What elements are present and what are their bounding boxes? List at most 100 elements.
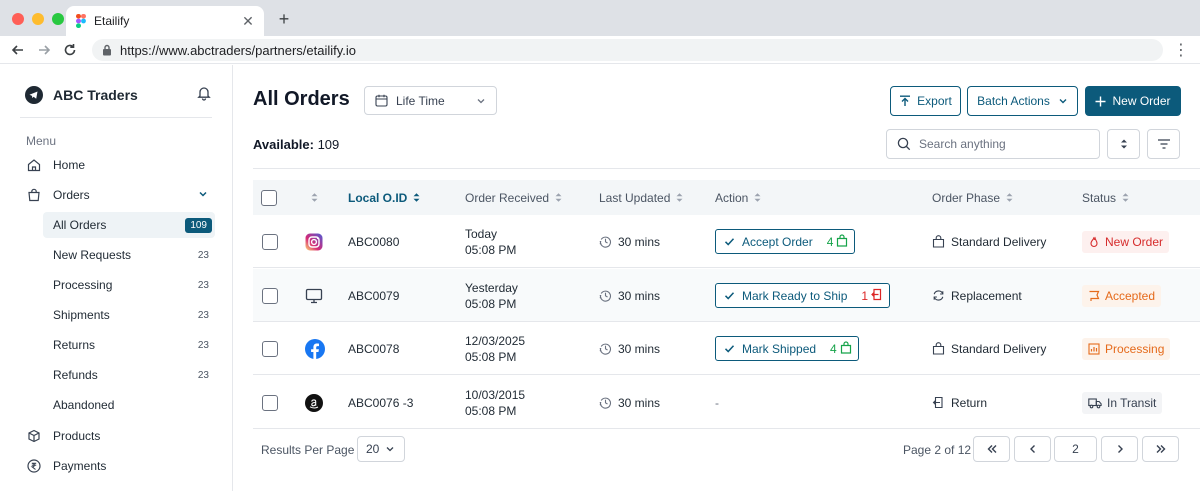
refresh-icon — [932, 289, 945, 302]
processing-icon — [1088, 342, 1100, 355]
maximize-window-button[interactable] — [52, 13, 64, 25]
brand[interactable]: ABC Traders — [25, 86, 138, 104]
per-page-select[interactable]: 20 — [357, 436, 405, 462]
address-bar[interactable]: https://www.abctraders/partners/etailify… — [92, 39, 1163, 61]
channel-sort[interactable] — [311, 180, 318, 215]
forward-icon[interactable] — [35, 41, 53, 59]
column-header-status[interactable]: Status — [1082, 180, 1129, 215]
mark-shipped-button[interactable]: Mark Shipped 4 — [715, 336, 859, 361]
order-id[interactable]: ABC0079 — [348, 269, 399, 322]
table-row[interactable]: ABC0076 -3 10/03/2015 05:08 PM 30 mins -… — [253, 376, 1200, 429]
last-updated-value: 30 mins — [618, 395, 661, 410]
column-label: Status — [1082, 190, 1117, 205]
column-header-local-oid[interactable]: Local O.ID — [348, 180, 420, 215]
export-button[interactable]: Export — [890, 86, 961, 116]
status-label: New Order — [1105, 234, 1164, 249]
sidebar-subitem-label: New Requests — [53, 248, 132, 262]
sort-button[interactable] — [1107, 129, 1140, 159]
row-action-empty: - — [715, 395, 719, 410]
row-checkbox[interactable] — [262, 269, 278, 322]
home-icon — [26, 157, 42, 173]
new-tab-icon[interactable]: + — [274, 9, 294, 29]
available-label: Available: — [253, 137, 314, 152]
sidebar-subitem-shipments[interactable]: Shipments 23 — [43, 302, 215, 328]
accept-order-button[interactable]: Accept Order 4 — [715, 229, 856, 254]
shopping-bag-icon — [836, 233, 848, 250]
column-label: Order Phase — [932, 190, 1001, 205]
last-page-button[interactable] — [1142, 436, 1179, 462]
order-id[interactable]: ABC0080 — [348, 215, 399, 268]
table-row[interactable]: ABC0079 Yesterday 05:08 PM 30 mins Mark … — [253, 269, 1200, 322]
order-id[interactable]: ABC0076 -3 — [348, 376, 413, 429]
batch-actions-button[interactable]: Batch Actions — [967, 86, 1078, 116]
sidebar-subitem-refunds[interactable]: Refunds 23 — [43, 362, 215, 388]
next-page-button[interactable] — [1101, 436, 1138, 462]
received-date: Yesterday — [465, 280, 518, 295]
reload-icon[interactable] — [61, 41, 79, 59]
available-count: Available: 109 — [253, 137, 339, 152]
column-header-order-phase[interactable]: Order Phase — [932, 180, 1013, 215]
order-phase: Standard Delivery — [932, 322, 1046, 375]
previous-page-button[interactable] — [1014, 436, 1051, 462]
mark-ready-to-ship-button[interactable]: Mark Ready to Ship 1 — [715, 283, 891, 308]
select-all-checkbox[interactable] — [261, 180, 277, 215]
sidebar-item-orders[interactable]: Orders — [26, 183, 216, 207]
action-count: 1 — [861, 288, 869, 303]
sidebar-subitem-all-orders[interactable]: All Orders 109 — [43, 212, 215, 238]
browser-tab[interactable]: Etailify ✕ — [66, 6, 264, 36]
column-header-action[interactable]: Action — [715, 180, 761, 215]
results-per-page-label: Results Per Page — [261, 443, 355, 457]
lock-icon — [103, 44, 111, 56]
table-row[interactable]: ABC0080 Today 05:08 PM 30 mins Accept Or… — [253, 215, 1200, 268]
browser-menu-icon[interactable]: ⋮ — [1173, 41, 1189, 59]
row-action: Mark Ready to Ship 1 — [715, 269, 891, 322]
sidebar-item-payments[interactable]: Payments — [26, 454, 216, 478]
sidebar-subitem-new-requests[interactable]: New Requests 23 — [43, 242, 215, 268]
last-updated: 30 mins — [599, 322, 660, 375]
received-time: 05:08 PM — [465, 403, 517, 418]
filter-button[interactable] — [1147, 129, 1180, 159]
column-header-last-updated[interactable]: Last Updated — [599, 180, 683, 215]
sidebar-subitem-abandoned[interactable]: Abandoned — [43, 392, 215, 418]
return-icon — [871, 288, 883, 304]
page-info: Page 2 of 12 — [903, 443, 972, 457]
sidebar-item-products[interactable]: Products — [26, 424, 216, 448]
browser-tab-bar: Etailify ✕ + — [0, 0, 1200, 36]
sidebar-subitem-processing[interactable]: Processing 23 — [43, 272, 215, 298]
shopping-bag-icon — [932, 342, 945, 355]
chevron-down-icon[interactable] — [198, 188, 208, 202]
minimize-window-button[interactable] — [32, 13, 44, 25]
column-header-order-received[interactable]: Order Received — [465, 180, 562, 215]
batch-actions-label: Batch Actions — [977, 94, 1050, 108]
sort-icon — [1120, 139, 1127, 149]
sidebar-subitem-returns[interactable]: Returns 23 — [43, 332, 215, 358]
row-checkbox[interactable] — [262, 215, 278, 268]
row-checkbox[interactable] — [262, 322, 278, 375]
order-phase: Replacement — [932, 269, 1022, 322]
column-label: Local O.ID — [348, 190, 408, 205]
first-page-button[interactable] — [973, 436, 1010, 462]
sidebar-item-home[interactable]: Home — [26, 153, 216, 177]
order-id[interactable]: ABC0078 — [348, 322, 399, 375]
last-updated: 30 mins — [599, 215, 660, 268]
search-box[interactable] — [886, 129, 1100, 159]
chevrons-right-icon — [1156, 445, 1165, 453]
per-page-value: 20 — [366, 442, 380, 456]
count-badge: 23 — [197, 309, 209, 321]
table-row[interactable]: ABC0078 12/03/2025 05:08 PM 30 mins Mark… — [253, 322, 1200, 375]
sidebar-subitem-label: Returns — [53, 338, 96, 352]
sidebar-subitem-label: All Orders — [53, 218, 107, 232]
search-input[interactable] — [919, 137, 1089, 151]
close-tab-icon[interactable]: ✕ — [238, 13, 258, 30]
action-count: 4 — [830, 341, 837, 356]
row-action: Mark Shipped 4 — [715, 322, 859, 375]
bell-icon[interactable] — [196, 85, 212, 104]
current-page[interactable]: 2 — [1054, 436, 1097, 462]
date-range-select[interactable]: Life Time — [364, 86, 497, 115]
close-window-button[interactable] — [12, 13, 24, 25]
row-checkbox[interactable] — [262, 376, 278, 429]
back-icon[interactable] — [9, 41, 27, 59]
shopping-bag-icon — [840, 340, 852, 357]
new-order-button[interactable]: New Order — [1085, 86, 1181, 116]
shopping-bag-icon — [932, 235, 945, 248]
